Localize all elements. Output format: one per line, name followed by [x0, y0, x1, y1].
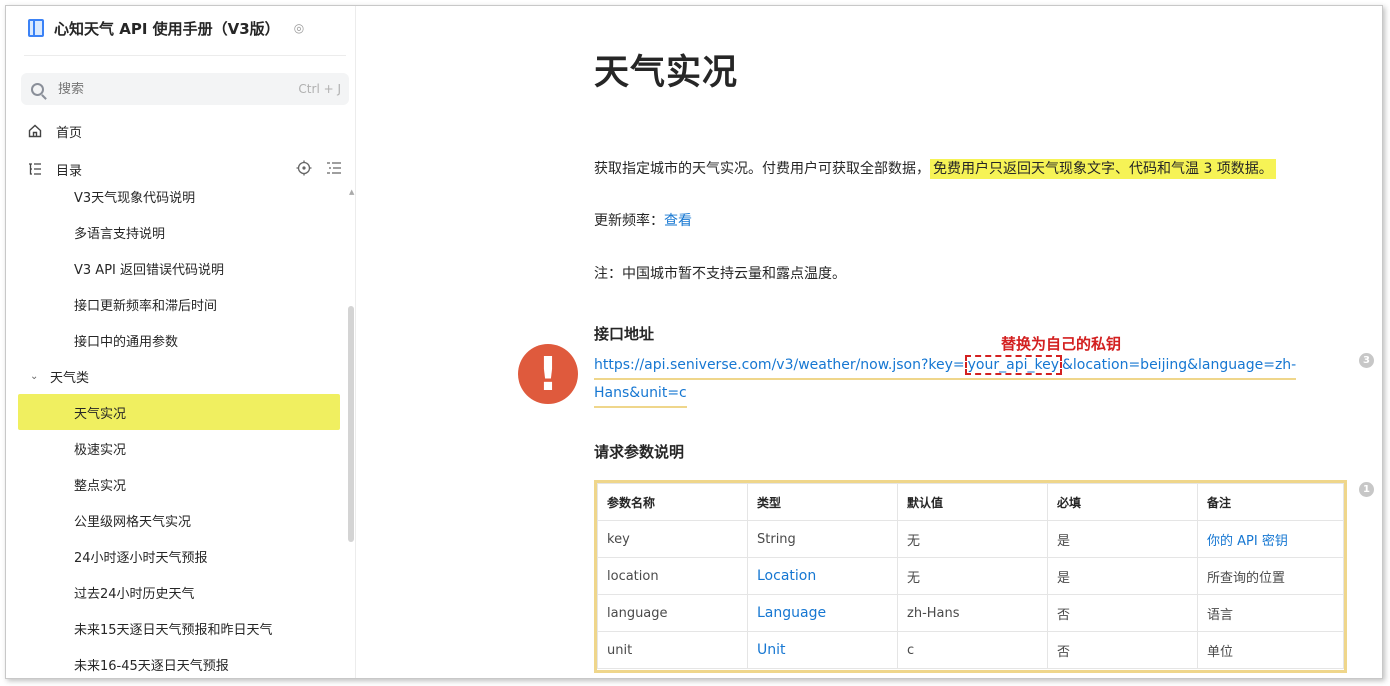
table-header-row: 参数名称 类型 默认值 必填 备注: [597, 483, 1344, 521]
toc-item[interactable]: 过去24小时历史天气: [6, 574, 346, 610]
table-row: language Language zh-Hans 否 语言: [597, 594, 1344, 632]
table-cell: language: [597, 594, 748, 632]
toc-label: 目录: [56, 163, 83, 179]
table-cell: zh-Hans: [897, 594, 1048, 632]
search-shortcut: Ctrl + J: [298, 82, 341, 96]
api-key-link[interactable]: 你的 API 密钥: [1197, 520, 1344, 558]
book-icon: [28, 19, 44, 37]
note-paragraph: 注：中国城市暂不支持云量和露点温度。: [594, 266, 846, 282]
table-cell: location: [597, 557, 748, 595]
column-header: 参数名称: [597, 483, 748, 521]
column-header: 类型: [747, 483, 898, 521]
table-cell: 是: [1047, 520, 1198, 558]
book-title[interactable]: 心知天气 API 使用手册（V3版） ◎: [28, 16, 304, 40]
toc-item[interactable]: V3 API 返回错误代码说明: [6, 250, 346, 286]
toc-item[interactable]: V3天气现象代码说明: [6, 178, 346, 214]
table-cell: 无: [897, 557, 1048, 595]
toc-item[interactable]: 未来16-45天逐日天气预报: [6, 646, 346, 678]
toc-item[interactable]: 接口中的通用参数: [6, 322, 346, 358]
page-title: 天气实况: [594, 53, 739, 93]
toc-header[interactable]: 目录: [28, 158, 348, 180]
column-header: 必填: [1047, 483, 1198, 521]
collapse-toc-icon[interactable]: [326, 160, 342, 176]
api-url-line-1: https://api.seniverse.com/v3/weather/now…: [594, 352, 1297, 380]
table-row: key String 无 是 你的 API 密钥: [597, 520, 1344, 558]
comment-count-badge[interactable]: 3: [1359, 353, 1374, 368]
table-cell: unit: [597, 631, 748, 669]
toc-item[interactable]: 极速实况: [6, 430, 346, 466]
home-icon: [28, 124, 42, 138]
toc-group-weather[interactable]: ⌄ 天气类: [6, 358, 346, 394]
intro-paragraph: 获取指定城市的天气实况。付费用户可获取全部数据， 免费用户只返回天气现象文字、代码…: [594, 158, 1276, 179]
toc-item[interactable]: 未来15天逐日天气预报和昨日天气: [6, 610, 346, 646]
table-cell: 否: [1047, 594, 1198, 632]
table-row: unit Unit c 否 单位: [597, 631, 1344, 669]
main-content: 天气实况 获取指定城市的天气实况。付费用户可获取全部数据， 免费用户只返回天气现象…: [357, 6, 1382, 678]
api-heading: 接口地址: [594, 325, 655, 343]
unit-type-link[interactable]: Unit: [747, 631, 898, 669]
toc-item[interactable]: 整点实况: [6, 466, 346, 502]
book-title-text: 心知天气 API 使用手册（V3版）: [54, 19, 280, 38]
locate-icon[interactable]: [296, 160, 312, 176]
comment-count-badge[interactable]: 1: [1359, 482, 1374, 497]
location-type-link[interactable]: Location: [747, 557, 898, 595]
annotation-text: 替换为自己的私钥: [1001, 335, 1122, 353]
sidebar-item-home[interactable]: 首页: [28, 120, 82, 142]
sidebar-item-label: 首页: [56, 125, 83, 141]
warning-icon: !: [518, 344, 578, 404]
toc-icon: [29, 163, 41, 175]
api-url[interactable]: https://api.seniverse.com/v3/weather/now…: [594, 352, 1297, 408]
params-table-frame: 参数名称 类型 默认值 必填 备注 key String 无 是 你的 API …: [594, 480, 1347, 673]
update-frequency: 更新频率：查看: [594, 213, 692, 229]
params-heading: 请求参数说明: [594, 443, 685, 461]
update-frequency-link[interactable]: 查看: [664, 213, 692, 229]
search-icon: [31, 82, 44, 96]
search-box[interactable]: Ctrl + J: [21, 73, 349, 105]
language-type-link[interactable]: Language: [747, 594, 898, 632]
toc-tools: [296, 160, 342, 176]
table-row: location Location 无 是 所查询的位置: [597, 557, 1344, 595]
table-cell: key: [597, 520, 748, 558]
column-header: 默认值: [897, 483, 1048, 521]
table-cell: 否: [1047, 631, 1198, 669]
toc-item[interactable]: 接口更新频率和滞后时间: [6, 286, 346, 322]
table-cell: 单位: [1197, 631, 1344, 669]
toc-item[interactable]: 24小时逐小时天气预报: [6, 538, 346, 574]
toc-item[interactable]: 多语言支持说明: [6, 214, 346, 250]
params-table: 参数名称 类型 默认值 必填 备注 key String 无 是 你的 API …: [597, 483, 1344, 669]
table-cell: String: [747, 520, 898, 558]
chevron-down-icon[interactable]: ⌄: [30, 371, 38, 382]
api-key-placeholder: your_api_key: [964, 355, 1062, 375]
toc-list: V3天气现象代码说明 多语言支持说明 V3 API 返回错误代码说明 接口更新频…: [6, 178, 351, 678]
column-header: 备注: [1197, 483, 1344, 521]
table-cell: c: [897, 631, 1048, 669]
sidebar-scrollbar[interactable]: [348, 306, 354, 542]
book-settings-icon[interactable]: ◎: [294, 21, 304, 35]
sidebar: 心知天气 API 使用手册（V3版） ◎ Ctrl + J 首页 目录: [6, 6, 356, 678]
table-cell: 是: [1047, 557, 1198, 595]
api-url-line-2: Hans&unit=c: [594, 380, 687, 408]
search-input[interactable]: [58, 81, 258, 97]
table-cell: 无: [897, 520, 1048, 558]
toc-item[interactable]: 公里级网格天气实况: [6, 502, 346, 538]
sidebar-divider: [24, 55, 346, 56]
highlighted-text: 免费用户只返回天气现象文字、代码和气温 3 项数据。: [930, 159, 1276, 179]
app-window: 心知天气 API 使用手册（V3版） ◎ Ctrl + J 首页 目录: [5, 5, 1383, 679]
table-cell: 所查询的位置: [1197, 557, 1344, 595]
table-cell: 语言: [1197, 594, 1344, 632]
toc-item-active[interactable]: 天气实况: [18, 394, 340, 430]
